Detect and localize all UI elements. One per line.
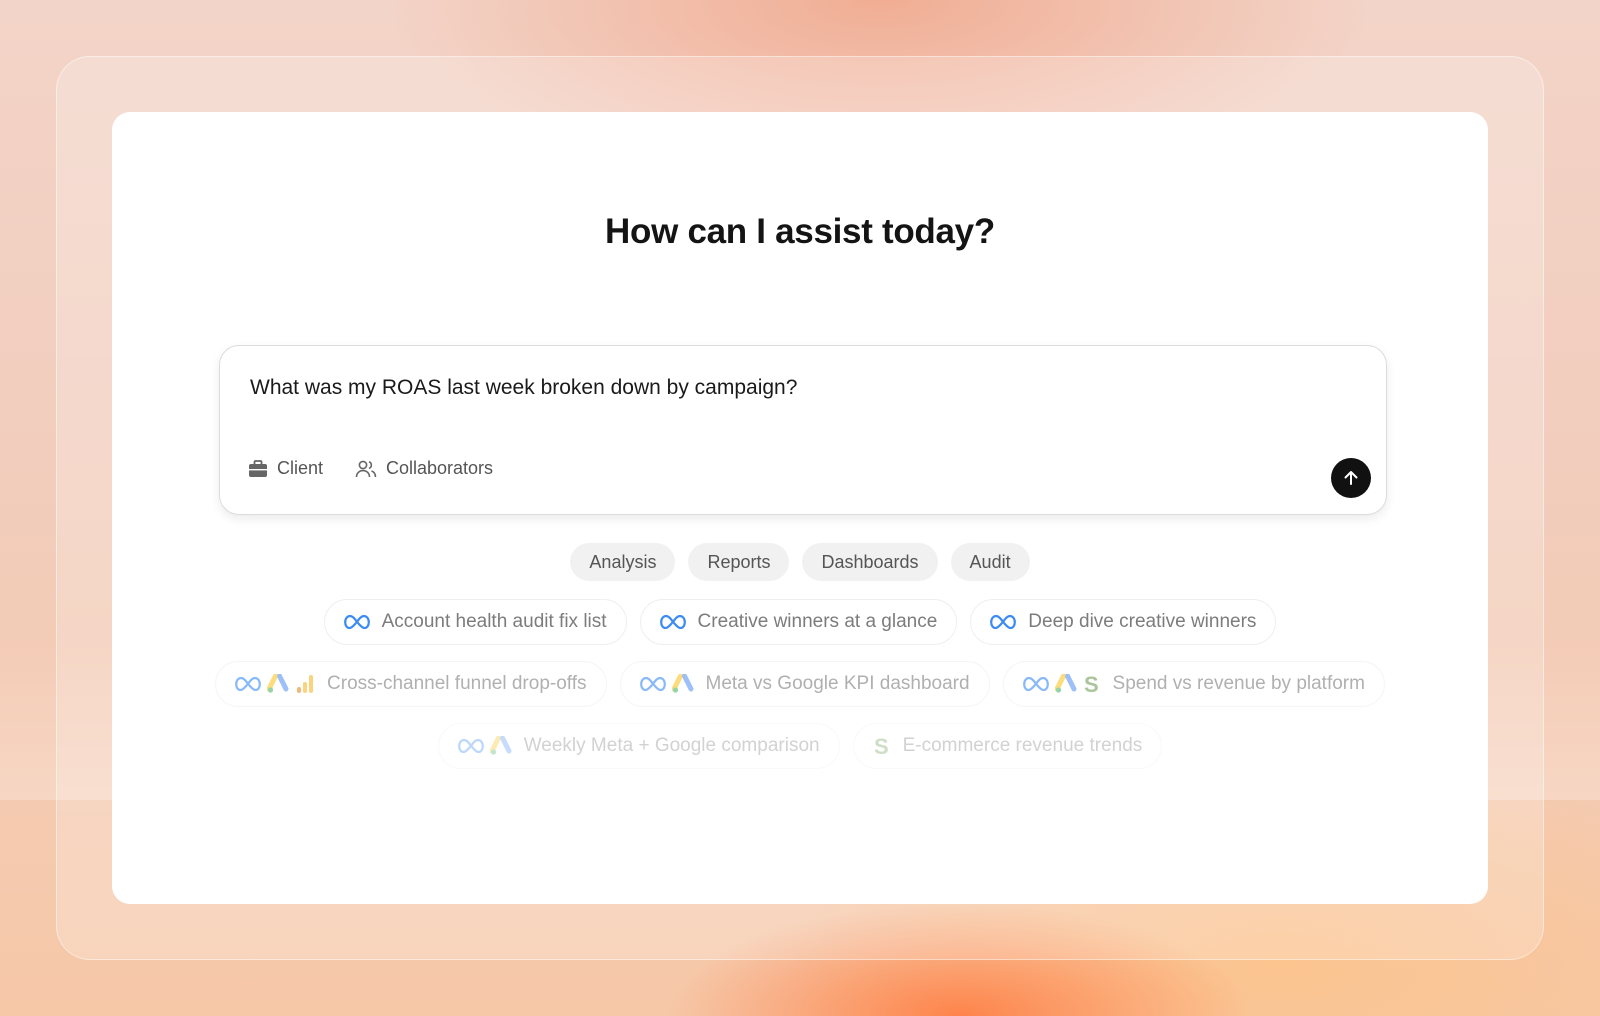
suggestion-label: Weekly Meta + Google comparison	[523, 735, 820, 756]
prompt-input[interactable]: What was my ROAS last week broken down b…	[250, 376, 797, 400]
category-tabs: Analysis Reports Dashboards Audit	[0, 543, 1600, 581]
meta-icon	[639, 677, 666, 691]
suggestion-chip[interactable]: Meta vs Google KPI dashboard	[619, 661, 990, 707]
google-ads-icon	[489, 736, 512, 756]
meta-icon	[990, 615, 1017, 629]
svg-text:S: S	[1084, 673, 1099, 695]
analytics-icon	[295, 674, 315, 694]
shopify-icon: S	[873, 735, 891, 757]
suggestion-label: Creative winners at a glance	[697, 611, 938, 632]
google-ads-icon	[267, 674, 289, 694]
briefcase-icon	[249, 459, 267, 477]
page-title: How can I assist today?	[605, 212, 995, 251]
meta-icon	[235, 677, 261, 691]
collaborators-button[interactable]: Collaborators	[355, 458, 493, 479]
arrow-up-icon	[1344, 471, 1358, 485]
suggestion-label: Spend vs revenue by platform	[1112, 673, 1365, 694]
suggestion-label: Account health audit fix list	[381, 611, 607, 632]
suggestion-chip[interactable]: Weekly Meta + Google comparison	[437, 723, 840, 769]
suggestion-chip[interactable]: Creative winners at a glance	[639, 599, 958, 645]
suggestion-label: Meta vs Google KPI dashboard	[705, 673, 970, 694]
suggestion-chip[interactable]: Deep dive creative winners	[970, 599, 1277, 645]
client-label: Client	[277, 458, 324, 478]
suggestion-row: Weekly Meta + Google comparison S E-commer…	[0, 723, 1600, 769]
suggestion-label: Cross-channel funnel drop-offs	[327, 673, 587, 694]
suggestion-icons	[990, 615, 1017, 629]
suggestion-icons	[235, 674, 315, 694]
suggestion-chip[interactable]: Cross-channel funnel drop-offs	[215, 661, 607, 707]
google-ads-icon	[1054, 674, 1077, 694]
suggestion-icons: S	[873, 735, 891, 757]
google-ads-icon	[671, 674, 694, 694]
suggestion-chip[interactable]: Account health audit fix list	[323, 599, 627, 645]
prompt-composer[interactable]: What was my ROAS last week broken down b…	[219, 345, 1387, 515]
shopify-icon: S	[1083, 673, 1101, 695]
tab-analysis[interactable]: Analysis	[570, 543, 676, 581]
svg-text:S: S	[874, 735, 889, 757]
suggestion-icons	[659, 615, 686, 629]
meta-icon	[457, 739, 484, 753]
meta-icon	[343, 615, 370, 629]
suggestion-icons	[639, 674, 694, 694]
client-button[interactable]: Client	[248, 458, 323, 479]
suggestion-row: Cross-channel funnel drop-offs Meta vs Go…	[0, 661, 1600, 707]
suggestion-label: E-commerce revenue trends	[902, 735, 1143, 756]
users-icon	[355, 460, 377, 477]
suggestion-icons: S	[1022, 673, 1101, 695]
suggestion-label: Deep dive creative winners	[1028, 611, 1257, 632]
suggestion-chip[interactable]: S E-commerce revenue trends	[852, 723, 1163, 769]
tab-dashboards[interactable]: Dashboards	[802, 543, 938, 581]
tab-reports[interactable]: Reports	[688, 543, 790, 581]
suggestion-chip[interactable]: S Spend vs revenue by platform	[1002, 661, 1385, 707]
meta-icon	[659, 615, 686, 629]
tab-audit[interactable]: Audit	[950, 543, 1030, 581]
suggestion-icons	[457, 736, 512, 756]
meta-icon	[1022, 677, 1049, 691]
send-button[interactable]	[1331, 458, 1371, 498]
collaborators-label: Collaborators	[386, 458, 494, 478]
suggestion-row: Account health audit fix list Creative wi…	[0, 599, 1600, 645]
suggestion-icons	[343, 615, 370, 629]
